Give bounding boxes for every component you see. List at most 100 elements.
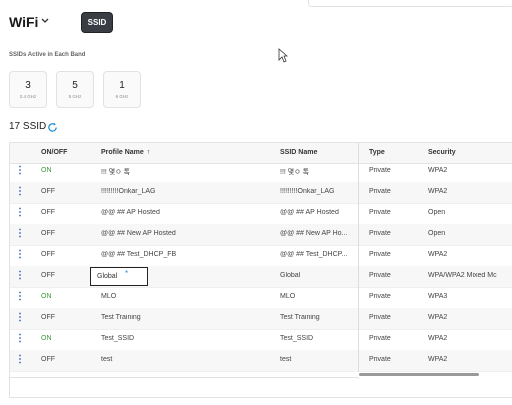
band-count: 5 (72, 80, 78, 91)
cell-security: WPA2 (428, 251, 448, 258)
column-header-profile-label: Profile Name (101, 149, 144, 156)
cell-security: WPA3 (428, 293, 448, 300)
row-menu-icon[interactable]: ⋮ (15, 291, 25, 303)
cell-state: OFF (41, 314, 55, 321)
cell-profile[interactable]: MLO (101, 293, 271, 300)
cell-state: OFF (41, 251, 55, 258)
mouse-cursor-icon (278, 48, 289, 68)
top-search-bar[interactable] (308, 0, 512, 7)
table-row[interactable]: ⋮ OFF @@ ## Test_DHCP_FB @@ ## Test_DHCP...… (10, 245, 512, 267)
table-row[interactable]: ⋮ OFF test test Private WPA2 (10, 350, 512, 372)
cell-ssid: Test_SSID (280, 335, 314, 342)
row-menu-icon[interactable]: ⋮ (15, 333, 25, 345)
column-header-ssid[interactable]: SSID Name (280, 149, 317, 156)
cell-profile[interactable]: @@ ## AP Hosted (101, 209, 271, 216)
band-card-5ghz[interactable]: 5 5 GHz (56, 71, 94, 108)
cell-security: WPA/WPA2 Mixed Mc (428, 272, 497, 279)
row-menu-icon[interactable]: ⋮ (15, 354, 25, 366)
cell-ssid: test (280, 356, 292, 363)
bands-label: SSIDs Active in Each Band (9, 52, 86, 58)
cell-state: OFF (41, 356, 55, 363)
table-row[interactable]: ⋮ ON MLO MLO Private WPA3 (10, 287, 512, 309)
cell-security: WPA2 (428, 314, 448, 321)
cell-type: Private (369, 251, 391, 258)
cell-type: Private (369, 272, 391, 279)
band-name: 6 GHz (115, 94, 129, 99)
table-row[interactable]: ⋮ OFF !!!!!!!!!Onkar_LAG !!!!!!!!!Onkar_LAG… (10, 182, 512, 204)
table-row[interactable]: ⋮ OFF @@ ## New AP Hosted @@ ## New AP Ho..… (10, 224, 512, 246)
row-menu-icon[interactable]: ⋮ (15, 249, 25, 261)
sort-ascending-icon[interactable]: ↑ (147, 149, 151, 156)
cell-ssid: !!!!!!!!!Onkar_LAG (280, 188, 335, 195)
column-divider (358, 143, 359, 379)
cell-ssid: Global (280, 272, 301, 279)
row-menu-icon[interactable]: ⋮ (15, 165, 25, 177)
cell-state: OFF (41, 272, 55, 279)
cell-profile: Global (97, 273, 118, 280)
cell-profile[interactable]: !!!!!!!!!Onkar_LAG (101, 188, 271, 195)
table-row[interactable]: ⋮ OFF Global * Global Private WPA/WPA2 Mixed M… (10, 266, 512, 288)
cell-ssid: @@ ## AP Hosted (280, 209, 339, 216)
band-name: 2.4 GHz (19, 94, 37, 99)
cell-state: ON (41, 167, 52, 174)
cell-security: Open (428, 209, 446, 216)
cell-profile[interactable]: Test_SSID (101, 335, 271, 342)
band-card-2-4ghz[interactable]: 3 2.4 GHz (9, 71, 47, 108)
cell-security: Open (428, 230, 446, 237)
cell-profile[interactable]: test (101, 356, 271, 363)
column-header-security[interactable]: Security (428, 149, 456, 156)
cell-state: ON (41, 293, 52, 300)
cell-type: Private (369, 230, 391, 237)
row-menu-icon[interactable]: ⋮ (15, 270, 25, 282)
cell-security: WPA2 (428, 167, 448, 174)
cell-security: WPA2 (428, 335, 448, 342)
cell-security: WPA2 (428, 188, 448, 195)
asterisk-icon: * (125, 269, 129, 278)
table-row[interactable]: ⋮ ON Test_SSID Test_SSID Private WPA2 (10, 329, 512, 351)
cell-ssid: MLO (280, 293, 296, 300)
table-row[interactable]: ⋮ ON !!! 몇ㅇ 톡 !!! 몇ㅇ 톡 Private WPA2 (10, 161, 512, 183)
refresh-icon[interactable] (47, 120, 58, 138)
table-row[interactable]: ⋮ OFF @@ ## AP Hosted @@ ## AP Hosted Privat… (10, 203, 512, 225)
page-title[interactable]: WiFi (9, 14, 38, 30)
cell-ssid: @@ ## Test_DHCP... (280, 251, 348, 258)
column-header-type[interactable]: Type (369, 149, 385, 156)
cell-type: Private (369, 188, 391, 195)
cell-ssid: @@ ## New AP Ho... (280, 230, 348, 237)
cell-profile[interactable]: @@ ## New AP Hosted (101, 230, 271, 237)
ssid-button[interactable]: SSID (81, 12, 113, 33)
cell-ssid: Test Training (280, 314, 320, 321)
cell-profile[interactable]: @@ ## Test_DHCP_FB (101, 251, 271, 258)
cell-state: OFF (41, 209, 55, 216)
chevron-down-icon[interactable] (41, 16, 49, 27)
cell-security: WPA2 (428, 356, 448, 363)
band-count: 1 (119, 80, 125, 91)
horizontal-scrollbar-thumb[interactable] (359, 373, 479, 376)
column-header-onoff[interactable]: ON/OFF (41, 149, 67, 156)
cell-type: Private (369, 335, 391, 342)
cell-state: OFF (41, 188, 55, 195)
profile-name-focused-cell[interactable]: Global * (90, 267, 148, 286)
band-card-6ghz[interactable]: 1 6 GHz (103, 71, 141, 108)
row-menu-icon[interactable]: ⋮ (15, 228, 25, 240)
cell-profile[interactable]: !!! 몇ㅇ 톡 (101, 167, 271, 177)
cell-type: Private (369, 356, 391, 363)
horizontal-scrollbar[interactable] (358, 372, 512, 378)
cell-type: Private (369, 209, 391, 216)
band-name: 5 GHz (68, 94, 82, 99)
cell-profile[interactable]: Test Training (101, 314, 271, 321)
row-menu-icon[interactable]: ⋮ (15, 207, 25, 219)
cell-type: Private (369, 167, 391, 174)
table-row[interactable]: ⋮ OFF Test Training Test Training Private WPA… (10, 308, 512, 330)
cell-ssid: !!! 몇ㅇ 톡 (280, 169, 310, 176)
row-menu-icon[interactable]: ⋮ (15, 186, 25, 198)
band-count: 3 (25, 80, 31, 91)
cell-type: Private (369, 293, 391, 300)
cell-state: OFF (41, 230, 55, 237)
cell-state: ON (41, 335, 52, 342)
cell-type: Private (369, 314, 391, 321)
ssid-table: ON/OFF Profile Name ↑ SSID Name Type Secu… (9, 142, 512, 398)
column-header-profile[interactable]: Profile Name ↑ (101, 149, 150, 156)
ssid-count: 17 SSID (9, 121, 47, 132)
row-menu-icon[interactable]: ⋮ (15, 312, 25, 324)
